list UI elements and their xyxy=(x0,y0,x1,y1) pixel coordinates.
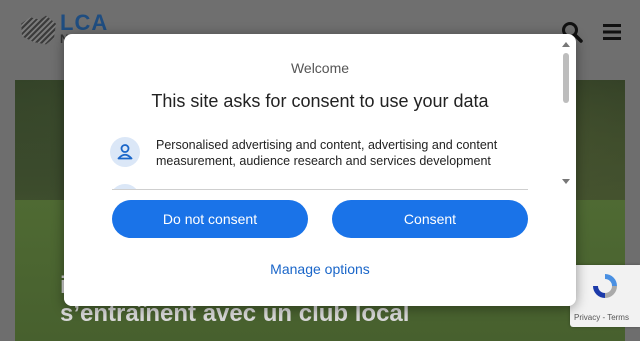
consent-dialog: Welcome This site asks for consent to us… xyxy=(64,34,576,306)
manage-options-link[interactable]: Manage options xyxy=(64,261,576,277)
dialog-welcome: Welcome xyxy=(290,60,350,76)
person-icon xyxy=(110,137,140,167)
scroll-up-arrow-icon[interactable] xyxy=(561,40,571,48)
recaptcha-icon xyxy=(593,274,617,298)
consent-button[interactable]: Consent xyxy=(332,200,528,238)
dialog-heading: This site asks for consent to use your d… xyxy=(151,91,489,111)
purpose-item: Personalised advertising and content, ad… xyxy=(110,135,530,175)
purpose-text: Personalised advertising and content, ad… xyxy=(156,138,498,168)
recaptcha-badge[interactable]: Privacy - Terms xyxy=(570,265,640,327)
recaptcha-links[interactable]: Privacy - Terms xyxy=(574,313,629,322)
scrollbar[interactable] xyxy=(561,40,571,186)
divider xyxy=(112,189,528,190)
scrollbar-thumb[interactable] xyxy=(563,53,569,103)
scroll-down-arrow-icon[interactable] xyxy=(561,178,571,186)
do-not-consent-button[interactable]: Do not consent xyxy=(112,200,308,238)
